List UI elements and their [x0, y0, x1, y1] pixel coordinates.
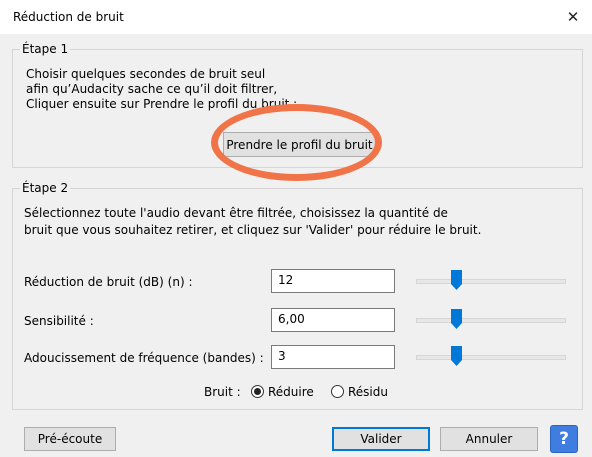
frequency-smoothing-slider[interactable]	[416, 345, 566, 369]
step1-legend: Étape 1	[22, 42, 69, 56]
step1-line-3: Cliquer ensuite sur Prendre le profil du…	[26, 97, 298, 111]
noise-reduction-label: Réduction de bruit (dB) (n) :	[24, 275, 193, 289]
reduce-radio-label[interactable]: Réduire	[268, 385, 314, 399]
slider-track	[416, 279, 566, 284]
slider-thumb[interactable]	[451, 309, 462, 329]
residue-radio-label[interactable]: Résidu	[348, 385, 388, 399]
slider-track	[416, 318, 566, 323]
noise-reduction-input[interactable]: 12	[271, 269, 395, 293]
window-title: Réduction de bruit	[13, 10, 124, 24]
frequency-smoothing-label: Adoucissement de fréquence (bandes) :	[24, 351, 264, 365]
help-icon[interactable]: ?	[550, 425, 578, 453]
title-bar: Réduction de bruit ✕	[0, 0, 592, 34]
sensitivity-input[interactable]: 6,00	[271, 308, 395, 332]
sensitivity-slider[interactable]	[416, 308, 566, 332]
step1-line-1: Choisir quelques secondes de bruit seul	[26, 67, 266, 81]
preview-button[interactable]: Pré-écoute	[24, 427, 116, 451]
frequency-smoothing-input[interactable]: 3	[271, 345, 395, 369]
residue-radio[interactable]	[331, 385, 344, 398]
step2-legend: Étape 2	[22, 181, 69, 195]
ok-button[interactable]: Valider	[332, 427, 430, 451]
slider-thumb[interactable]	[451, 346, 462, 366]
step2-line-1: Sélectionnez toute l'audio devant être f…	[24, 206, 448, 220]
cancel-button[interactable]: Annuler	[440, 427, 538, 451]
noise-mode-label: Bruit :	[204, 385, 241, 399]
sensitivity-label: Sensibilité :	[24, 314, 94, 328]
step1-line-2: afin qu’Audacity sache ce qu’il doit fil…	[26, 82, 278, 96]
dialog-body: Étape 1 Choisir quelques secondes de bru…	[0, 34, 592, 457]
close-icon[interactable]: ✕	[554, 0, 592, 34]
step2-line-2: bruit que vous souhaitez retirer, et cli…	[24, 223, 482, 237]
slider-track	[416, 355, 566, 360]
slider-thumb[interactable]	[451, 270, 462, 290]
noise-reduction-slider[interactable]	[416, 269, 566, 293]
get-noise-profile-button[interactable]: Prendre le profil du bruit	[223, 132, 376, 157]
reduce-radio[interactable]	[251, 385, 264, 398]
